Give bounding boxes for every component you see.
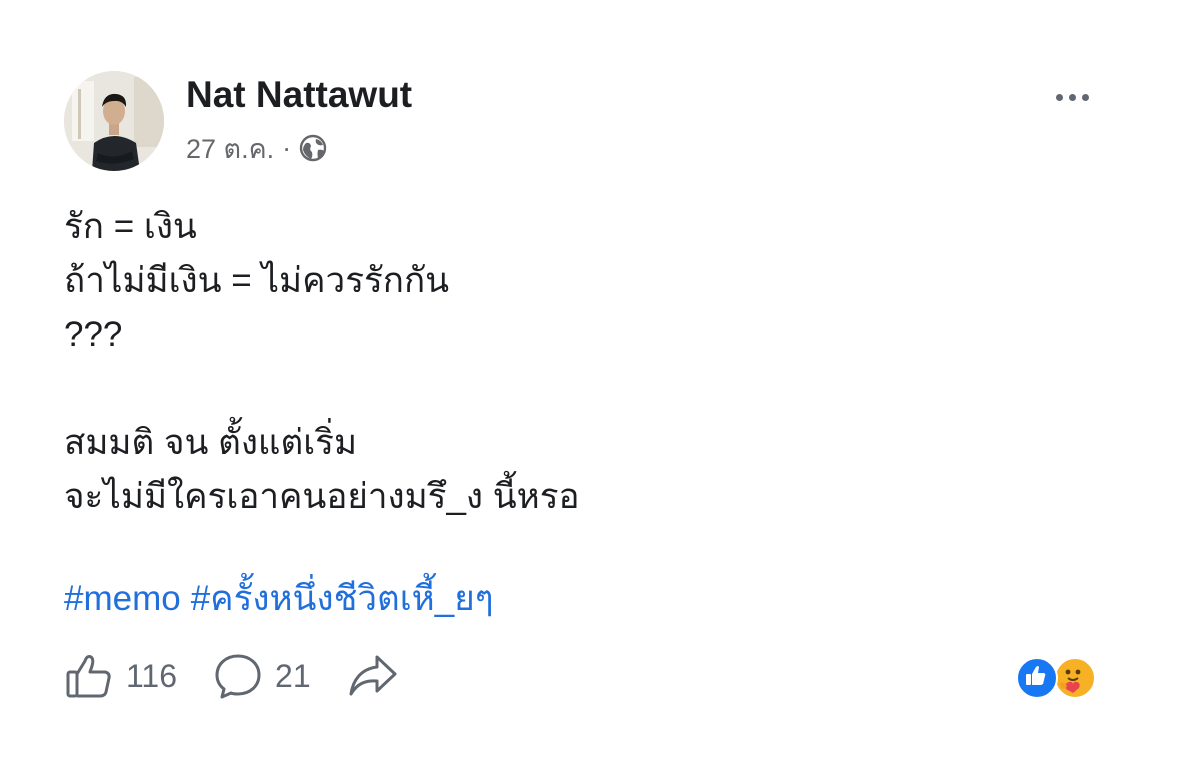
more-dot	[1081, 93, 1089, 101]
like-button[interactable]: 116	[64, 651, 177, 701]
hashtag-link[interactable]: #ครั้งหนึ่งชีวิตเหี้_ยๆ	[191, 579, 494, 618]
care-reaction-icon	[1054, 657, 1096, 699]
post-body-blank-line	[64, 362, 1064, 416]
comment-count: 21	[275, 657, 311, 694]
post-body: รัก = เงิน ถ้าไม่มีเงิน = ไม่ควรรักกัน ?…	[64, 200, 1064, 524]
comment-icon	[213, 651, 263, 701]
more-dot	[1068, 93, 1076, 101]
post-date[interactable]: 27 ต.ค.	[186, 127, 274, 170]
post-body-line: จะไม่มีใครเอาคนอย่างมรึ_ง นี้หรอ	[64, 477, 580, 516]
thumbs-up-icon	[64, 651, 114, 701]
post-actions: 116 21	[64, 650, 435, 702]
comment-button[interactable]: 21	[213, 651, 311, 701]
like-reaction-icon	[1016, 657, 1058, 699]
globe-icon	[299, 134, 327, 162]
profile-photo	[64, 71, 164, 171]
share-button[interactable]	[347, 651, 399, 701]
hashtags: #memo #ครั้งหนึ่งชีวิตเหี้_ยๆ	[64, 572, 504, 626]
more-options-icon[interactable]	[1046, 80, 1098, 114]
hashtag-link[interactable]: #memo	[64, 579, 181, 618]
avatar[interactable]	[64, 71, 164, 171]
like-count: 116	[126, 657, 178, 694]
share-icon	[347, 651, 399, 701]
author-name[interactable]: Nat Nattawut	[186, 74, 412, 116]
reaction-summary[interactable]	[1016, 657, 1102, 699]
meta-separator: ·	[282, 132, 292, 163]
more-dot	[1055, 93, 1063, 101]
post-body-line: ???	[64, 315, 123, 354]
post-body-line: ถ้าไม่มีเงิน = ไม่ควรรักกัน	[64, 261, 450, 300]
post-body-line: สมมติ จน ตั้งแต่เริ่ม	[64, 423, 358, 462]
facebook-post: Nat Nattawut 27 ต.ค. · รัก = เงิน ถ้าไม่…	[0, 0, 1200, 784]
post-body-line: รัก = เงิน	[64, 207, 197, 246]
post-meta: 27 ต.ค. ·	[186, 131, 327, 165]
